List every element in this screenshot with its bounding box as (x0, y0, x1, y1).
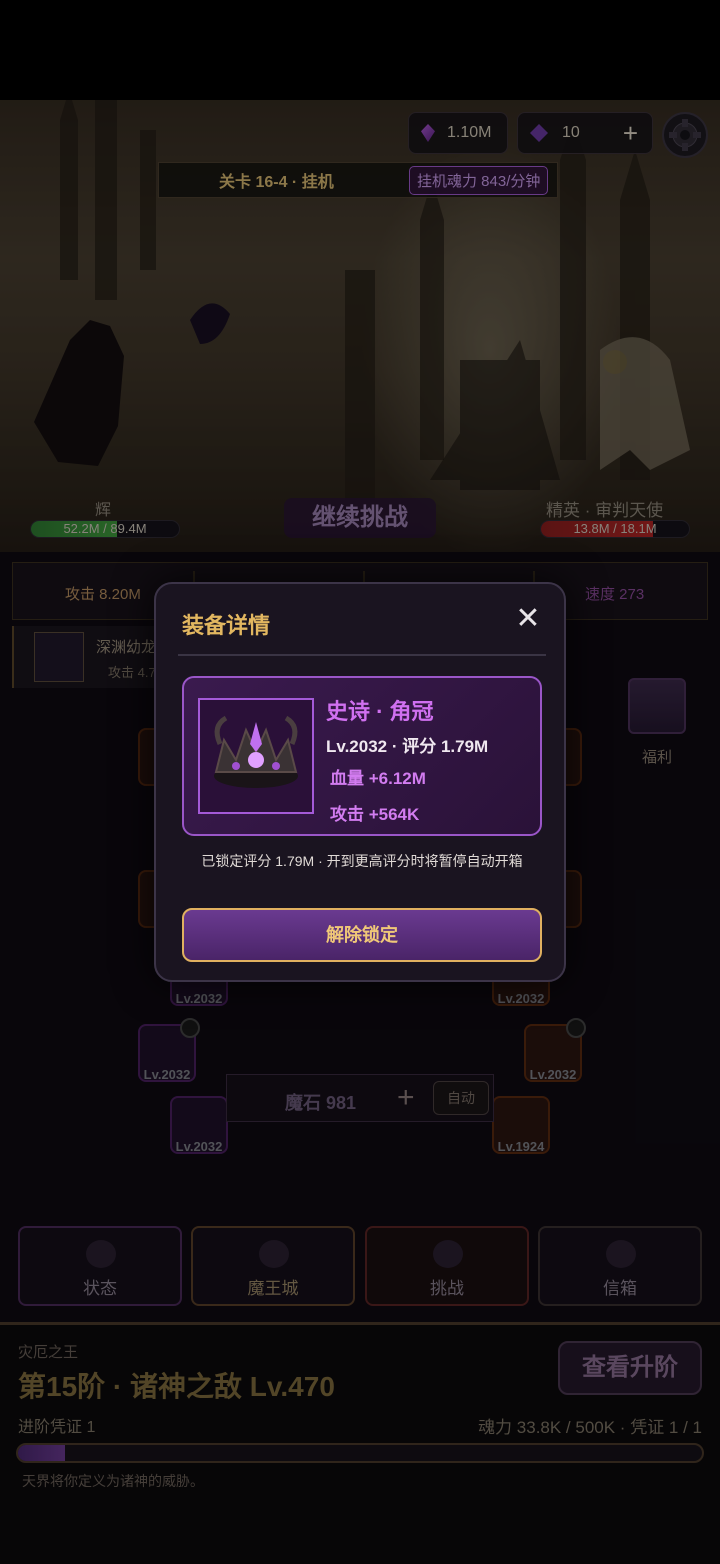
equipment-card: 史诗 · 角冠 Lv.2032 · 评分 1.79M 血量 +6.12M 攻击 … (182, 676, 542, 836)
equip-slot[interactable]: Lv.2032 (524, 1018, 586, 1082)
rank-title: 第15阶 · 诸神之敌 Lv.470 (18, 1371, 335, 1402)
add-mana-button[interactable]: + (397, 1081, 415, 1115)
view-upgrade-button[interactable]: 查看升阶 (558, 1341, 702, 1395)
hero-hp-text: 52.2M / 89.4M (63, 521, 147, 536)
rank-caption: 灾厄之王 (18, 1344, 79, 1361)
settings-gear-icon[interactable] (662, 112, 708, 158)
equipment-level: Lv.2032 · 评分 1.79M (326, 737, 489, 756)
mail-icon (606, 1240, 636, 1268)
gem-currency: 10 + (517, 112, 653, 154)
bottom-tabs: 状态 魔王城 挑战 信箱 (0, 1224, 720, 1308)
enemy-hp-text: 13.8M / 18.1M (573, 521, 657, 536)
soul-gem-icon (421, 124, 435, 142)
soul-currency-value: 1.10M (447, 124, 492, 141)
stage-label: 关卡 16-4 · 挂机 (219, 174, 334, 191)
rank-progress-bar (16, 1443, 704, 1463)
tab-label: 魔王城 (247, 1279, 299, 1298)
item-stat: 攻击 4.7 (108, 665, 156, 680)
slot-level: Lv.2032 (497, 991, 545, 1006)
tab-label: 信箱 (603, 1279, 637, 1298)
rank-panel: 灾厄之王 第15阶 · 诸神之敌 Lv.470 查看升阶 进阶凭证 1 魂力 3… (0, 1322, 720, 1564)
tab-demon-castle[interactable]: 魔王城 (191, 1226, 355, 1306)
tab-challenge[interactable]: 挑战 (365, 1226, 529, 1306)
crossed-swords-icon (433, 1240, 463, 1268)
attack-stat: 攻击 8.20M (65, 586, 141, 603)
slot-level: Lv.2032 (143, 1067, 191, 1082)
divider (178, 654, 546, 656)
item-name: 深渊幼龙 (96, 639, 157, 656)
equipment-hp-bonus: 血量 +6.12M (330, 769, 426, 788)
soul-progress-text: 魂力 33.8K / 500K · 凭证 1 / 1 (478, 1418, 702, 1437)
voucher-count: 进阶凭证 1 (18, 1419, 96, 1436)
enemy-name: 精英 · 审判天使 (546, 501, 664, 520)
lock-note: 已锁定评分 1.79M · 开到更高评分时将暂停自动开箱 (201, 853, 523, 869)
tab-status[interactable]: 状态 (18, 1226, 182, 1306)
slot-badge-icon (180, 1018, 200, 1038)
welfare-label: 福利 (642, 749, 673, 766)
slot-level: Lv.2032 (175, 991, 223, 1006)
hero-name: 辉 (95, 502, 112, 519)
enemy-hp-bar: 13.8M / 18.1M (540, 520, 690, 538)
dragon-thumb-icon (34, 632, 84, 682)
purple-gem-icon (530, 124, 548, 142)
mana-stone-label: 魔石 981 (285, 1093, 357, 1113)
close-icon[interactable]: ✕ (512, 604, 544, 636)
battle-scene: 1.10M 10 + 关卡 16-4 · 挂机 挂机魂力 843/分钟 辉 52… (0, 100, 720, 552)
equipment-detail-modal: 装备详情 ✕ 史诗 · 角冠 Lv.2032 · 评分 1.79M 血量 +6.… (154, 582, 566, 982)
equip-slot[interactable]: Lv.2032 (138, 1018, 200, 1082)
status-icon (86, 1240, 116, 1268)
mana-stone-bar: 魔石 981 + 自动 (226, 1074, 494, 1122)
soul-currency: 1.10M (408, 112, 508, 154)
auto-button[interactable]: 自动 (433, 1081, 489, 1115)
slot-level: Lv.2032 (529, 1067, 577, 1082)
equipment-attack-bonus: 攻击 +564K (330, 805, 420, 824)
continue-challenge-button[interactable]: 继续挑战 (284, 498, 436, 538)
tab-mailbox[interactable]: 信箱 (538, 1226, 702, 1306)
speed-stat: 速度 273 (585, 586, 645, 603)
equip-slot[interactable]: Lv.2032 (170, 1096, 228, 1154)
slot-level: Lv.1924 (497, 1139, 545, 1154)
idle-rate-badge: 挂机魂力 843/分钟 (409, 165, 549, 195)
stage-bar: 关卡 16-4 · 挂机 挂机魂力 843/分钟 (158, 162, 558, 198)
hero-hp-bar: 52.2M / 89.4M (30, 520, 180, 538)
tab-label: 挑战 (430, 1279, 464, 1298)
modal-title: 装备详情 (182, 613, 271, 638)
equip-slot[interactable]: Lv.1924 (492, 1096, 550, 1154)
gem-currency-value: 10 (562, 124, 580, 141)
slot-badge-icon (566, 1018, 586, 1038)
flavor-text: 天界将你定义为诸神的威胁。 (22, 1473, 204, 1489)
unlock-button[interactable]: 解除锁定 (182, 908, 542, 962)
slot-level: Lv.2032 (175, 1139, 223, 1154)
equipment-name: 史诗 · 角冠 (326, 699, 434, 724)
add-gem-button[interactable]: + (623, 120, 638, 146)
treasure-chest-icon (628, 678, 686, 734)
crown-icon (198, 698, 314, 814)
tab-label: 状态 (83, 1279, 117, 1298)
castle-icon (259, 1240, 289, 1268)
welfare-chest[interactable]: 福利 (628, 678, 690, 766)
